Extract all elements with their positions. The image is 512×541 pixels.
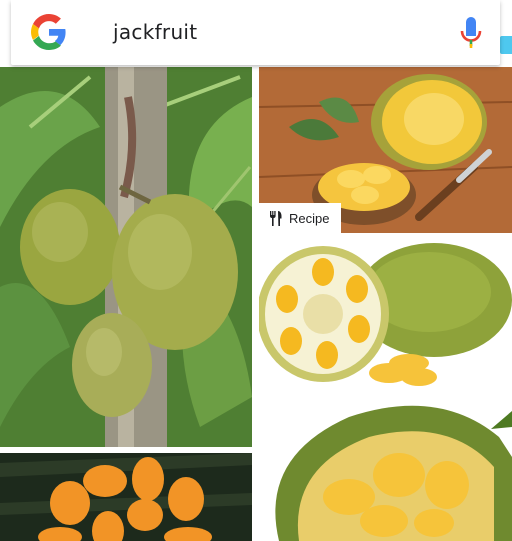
image-result-tree[interactable] xyxy=(0,67,252,447)
open-jackfruit-image xyxy=(259,397,512,541)
image-result-bulbs[interactable] xyxy=(0,453,252,541)
recipe-badge[interactable]: Recipe xyxy=(259,203,342,233)
search-bar[interactable]: jackfruit xyxy=(11,0,500,65)
fork-knife-icon xyxy=(270,210,282,226)
edge-accent xyxy=(500,36,512,54)
cut-jackfruit-image xyxy=(259,237,512,393)
microphone-icon[interactable] xyxy=(458,16,484,50)
google-logo-icon[interactable] xyxy=(31,14,67,50)
recipe-badge-label: Recipe xyxy=(289,210,330,226)
image-results-grid: Recipe xyxy=(0,67,512,541)
search-query-text[interactable]: jackfruit xyxy=(113,20,197,44)
jackfruit-bulbs-image xyxy=(0,453,252,541)
image-result-open-fruit[interactable] xyxy=(259,397,512,541)
image-result-recipe[interactable]: Recipe xyxy=(259,67,512,233)
image-result-cut-fruit[interactable] xyxy=(259,237,512,393)
jackfruit-tree-image xyxy=(0,67,252,447)
